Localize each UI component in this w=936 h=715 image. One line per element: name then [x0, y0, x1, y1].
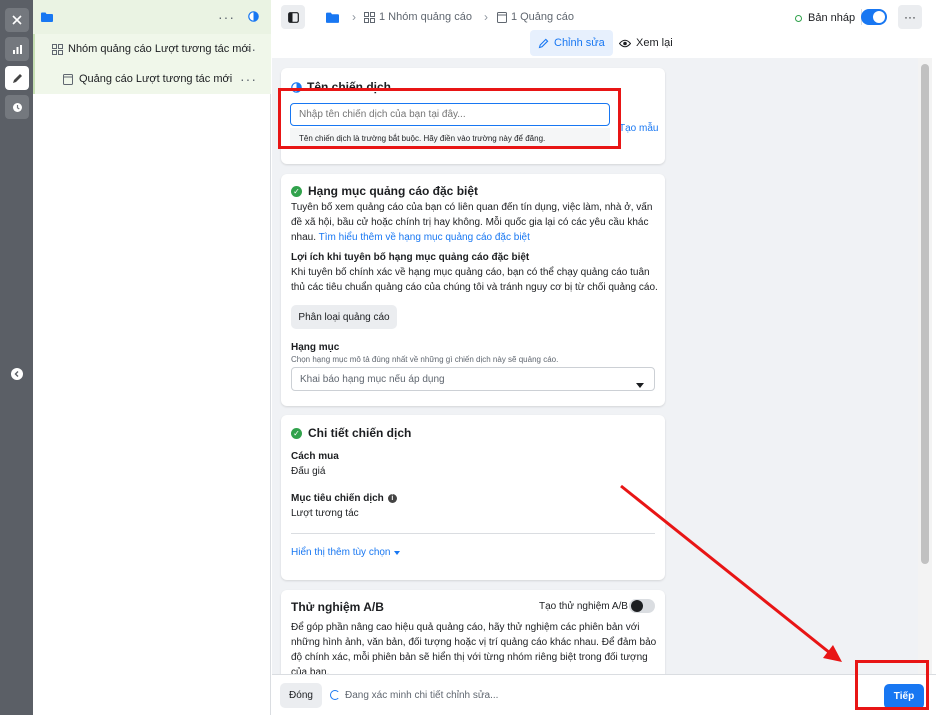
annotation-arrow: [620, 484, 842, 662]
